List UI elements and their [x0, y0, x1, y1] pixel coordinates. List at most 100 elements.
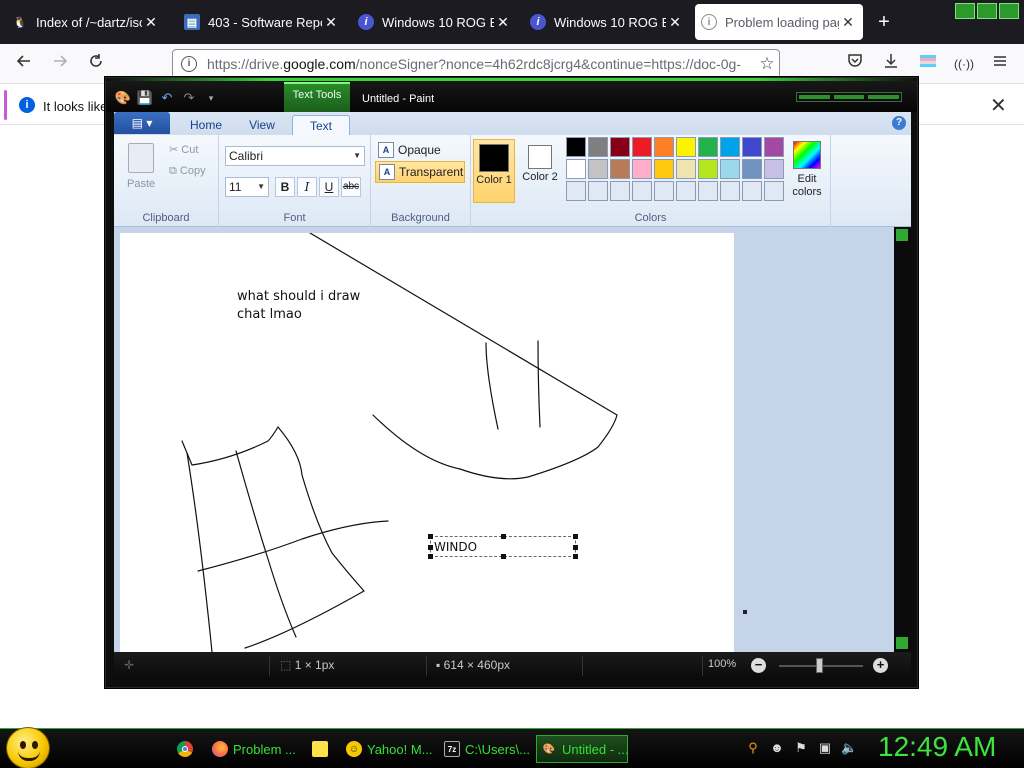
zoom-in-button[interactable]: + [873, 658, 888, 673]
close-tab-icon[interactable]: ✕ [142, 14, 160, 31]
vertical-scrollbar[interactable] [894, 227, 911, 652]
start-button-smiley-icon[interactable] [6, 727, 50, 768]
palette-color-swatch[interactable] [698, 159, 718, 179]
taskbar-item-firefox[interactable]: Problem ... [208, 735, 300, 763]
opaque-option[interactable]: A Opaque [375, 139, 465, 161]
palette-empty-swatch[interactable] [632, 181, 652, 201]
palette-color-swatch[interactable] [764, 137, 784, 157]
palette-color-swatch[interactable] [654, 159, 674, 179]
italic-button[interactable]: I [297, 177, 317, 197]
action-center-flag-icon[interactable]: ⚑ [793, 740, 809, 756]
palette-color-swatch[interactable] [654, 137, 674, 157]
palette-color-swatch[interactable] [720, 159, 740, 179]
help-icon[interactable]: ? [892, 116, 906, 130]
paint-window-controls[interactable] [796, 92, 902, 102]
new-tab-button[interactable]: + [872, 10, 896, 34]
paste-button[interactable]: Paste [127, 178, 155, 190]
palette-empty-swatch[interactable] [698, 181, 718, 201]
close-tab-icon[interactable]: ✕ [666, 14, 684, 31]
address-bar[interactable]: i https://drive.google.com/nonceSigner?n… [172, 49, 780, 79]
back-button[interactable] [12, 52, 36, 76]
transparent-option[interactable]: A Transparent [375, 161, 465, 183]
palette-color-swatch[interactable] [742, 159, 762, 179]
palette-color-swatch[interactable] [720, 137, 740, 157]
taskbar-item-paint[interactable]: 🎨 Untitled - ... [536, 735, 628, 763]
taskbar-item-yahoo-messenger[interactable]: ☺ Yahoo! M... [342, 735, 437, 763]
palette-color-swatch[interactable] [676, 137, 696, 157]
palette-color-swatch[interactable] [742, 137, 762, 157]
font-family-select[interactable]: Calibri ▼ [225, 146, 365, 166]
close-tab-icon[interactable]: ✕ [494, 14, 512, 31]
paste-icon[interactable] [128, 143, 154, 173]
site-info-icon[interactable]: i [181, 56, 197, 72]
taskbar-item-7zip[interactable]: 7z C:\Users\... [440, 735, 534, 763]
palette-empty-swatch[interactable] [610, 181, 630, 201]
palette-color-swatch[interactable] [588, 159, 608, 179]
undo-icon[interactable]: ↶ [158, 90, 176, 106]
palette-empty-swatch[interactable] [720, 181, 740, 201]
zoom-slider-thumb[interactable] [816, 658, 823, 673]
palette-color-swatch[interactable] [566, 137, 586, 157]
canvas-resize-handle[interactable] [743, 610, 747, 614]
strikethrough-button[interactable]: abc [341, 177, 361, 197]
drawing-canvas[interactable]: what should i draw chat lmao WINDO [120, 233, 734, 652]
color2-button[interactable]: Color 2 [519, 139, 561, 203]
bold-button[interactable]: B [275, 177, 295, 197]
cut-button[interactable]: ✂ Cut [169, 143, 198, 156]
palette-empty-swatch[interactable] [742, 181, 762, 201]
pocket-icon[interactable] [843, 52, 867, 76]
palette-color-swatch[interactable] [566, 159, 586, 179]
extension-icon[interactable]: ((·)) [952, 52, 976, 76]
menu-icon[interactable] [988, 52, 1012, 76]
copy-button[interactable]: ⧉ Copy [169, 165, 206, 178]
messenger-tray-icon[interactable]: ☻ [769, 740, 785, 756]
paint-app-icon[interactable]: 🎨 [114, 90, 132, 106]
edit-colors-button[interactable]: Edit colors [787, 139, 827, 203]
save-icon[interactable]: 💾 [136, 90, 154, 106]
browser-tab[interactable]: i Windows 10 ROG EDI ✕ [352, 4, 518, 40]
font-size-select[interactable]: 11 ▼ [225, 177, 269, 197]
palette-empty-swatch[interactable] [588, 181, 608, 201]
tab-view[interactable]: View [234, 115, 290, 135]
palette-color-swatch[interactable] [632, 159, 652, 179]
bookmark-star-icon[interactable]: ☆ [755, 54, 779, 74]
forward-button[interactable] [48, 52, 72, 76]
palette-empty-swatch[interactable] [566, 181, 586, 201]
account-flag-icon[interactable] [916, 52, 940, 76]
redo-icon[interactable]: ↷ [180, 90, 198, 106]
tab-home[interactable]: Home [178, 115, 234, 135]
palette-color-swatch[interactable] [698, 137, 718, 157]
zoom-out-button[interactable]: − [751, 658, 766, 673]
network-icon[interactable]: ▣ [817, 740, 833, 756]
browser-tab[interactable]: ▤ 403 - Software Reposi ✕ [178, 4, 346, 40]
taskbar-item-sticky-notes[interactable] [308, 735, 332, 763]
downloads-icon[interactable] [879, 52, 903, 76]
window-controls[interactable] [955, 3, 1019, 19]
close-tab-icon[interactable]: ✕ [839, 14, 857, 31]
underline-button[interactable]: U [319, 177, 339, 197]
system-clock[interactable]: 12:49 AM [878, 731, 996, 763]
palette-color-swatch[interactable] [764, 159, 784, 179]
browser-tab[interactable]: 🐧 Index of /~dartz/isos/ ✕ [6, 4, 166, 40]
paint-menu-button[interactable]: ▤ ▾ [114, 112, 170, 134]
close-notification-icon[interactable]: ✕ [990, 93, 1007, 118]
palette-color-swatch[interactable] [610, 137, 630, 157]
reload-button[interactable] [84, 52, 108, 76]
palette-color-swatch[interactable] [676, 159, 696, 179]
palette-empty-swatch[interactable] [764, 181, 784, 201]
palette-color-swatch[interactable] [610, 159, 630, 179]
palette-color-swatch[interactable] [588, 137, 608, 157]
taskbar-item-chrome[interactable] [173, 735, 197, 763]
volume-icon[interactable]: 🔈 [841, 740, 857, 756]
palette-empty-swatch[interactable] [654, 181, 674, 201]
color1-button[interactable]: Color 1 [473, 139, 515, 203]
qat-dropdown-icon[interactable]: ▾ [202, 90, 220, 106]
browser-tab-active[interactable]: i Problem loading page ✕ [695, 4, 863, 40]
palette-color-swatch[interactable] [632, 137, 652, 157]
palette-empty-swatch[interactable] [676, 181, 696, 201]
search-icon[interactable]: ⚲ [745, 740, 761, 756]
text-input-box[interactable]: WINDO [428, 534, 578, 559]
browser-tab[interactable]: i Windows 10 ROG EDI ✕ [524, 4, 690, 40]
tab-text[interactable]: Text [292, 115, 350, 135]
close-tab-icon[interactable]: ✕ [322, 14, 340, 31]
